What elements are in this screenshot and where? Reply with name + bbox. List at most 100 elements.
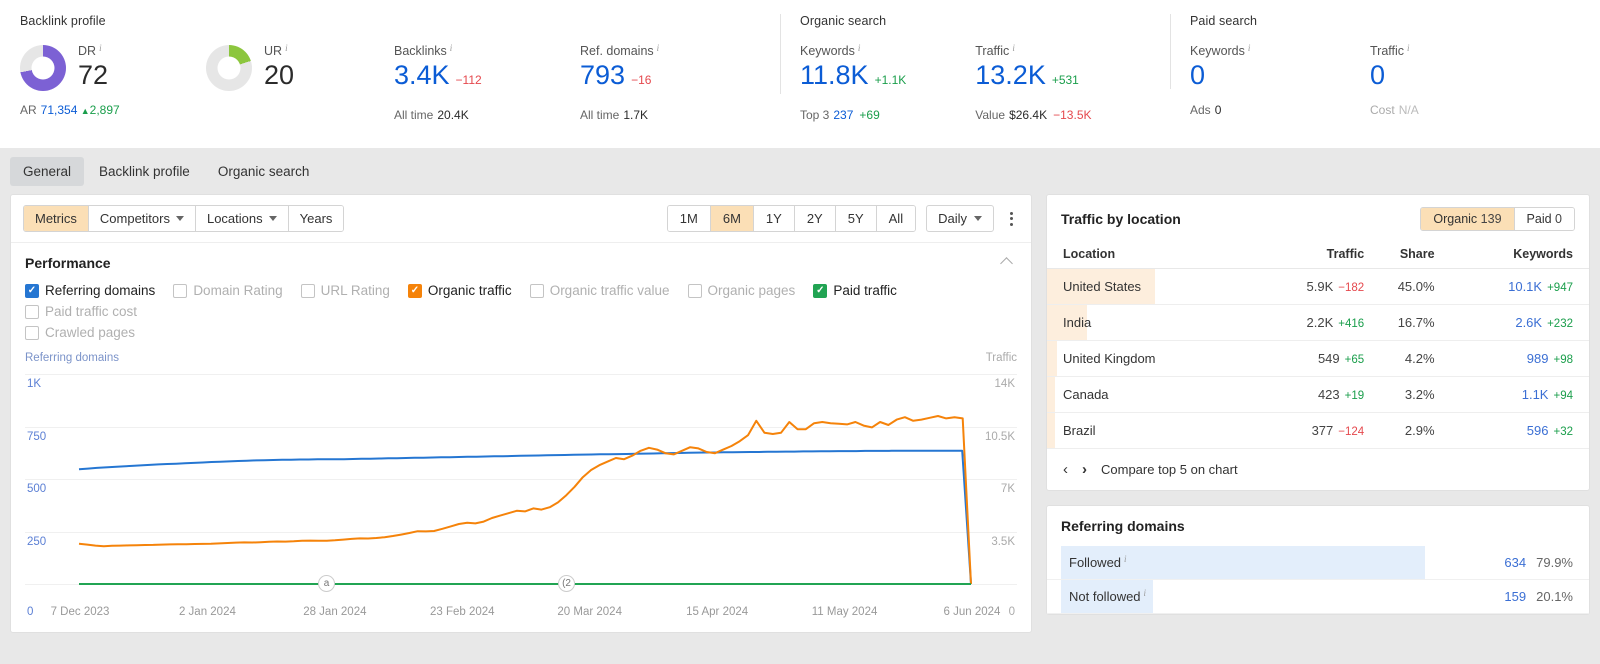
legend-organic-pages[interactable]: Organic pages [687, 283, 795, 298]
col-share[interactable]: Share [1364, 243, 1435, 269]
location-cell[interactable]: Brazil [1047, 412, 1255, 449]
range-all[interactable]: All [876, 206, 916, 231]
more-options-icon[interactable] [1004, 208, 1019, 230]
section-tabs: General Backlink profile Organic search [0, 148, 1600, 194]
col-location[interactable]: Location [1047, 243, 1255, 269]
keywords-cell[interactable]: 2.6K +232 [1434, 304, 1589, 341]
referring-domains-card: Referring domains Followed i 634 79.9% Not f… [1046, 505, 1590, 615]
chart-annotation-marker[interactable]: (2 [558, 575, 576, 592]
paid-traffic-sub: Cost N/A [1370, 103, 1419, 117]
checkbox-icon[interactable] [25, 283, 39, 298]
table-row[interactable]: India 2.2K +416 16.7% 2.6K +232 [1047, 304, 1589, 341]
location-name: United Kingdom [1063, 351, 1156, 366]
backlinks-value[interactable]: 3.4K −112 [394, 59, 580, 96]
checkbox-icon[interactable] [173, 283, 188, 298]
chart-annotation-marker[interactable]: a [318, 575, 336, 592]
chart-mode-metrics[interactable]: Metrics [24, 206, 89, 231]
table-row[interactable]: Canada 423 +19 3.2% 1.1K +94 [1047, 376, 1589, 413]
referring-domains-values: 159 20.1% [1504, 589, 1573, 604]
col-keywords[interactable]: Keywords [1434, 243, 1589, 269]
toggle-paid[interactable]: Paid 0 [1514, 208, 1574, 230]
location-cell[interactable]: India [1047, 304, 1255, 341]
keywords-cell[interactable]: 596 +32 [1434, 412, 1589, 449]
traffic-cell: 549 +65 [1254, 340, 1365, 377]
legend-paid-traffic-cost[interactable]: Paid traffic cost [25, 304, 137, 319]
chevron-down-icon [974, 216, 982, 221]
toggle-organic[interactable]: Organic 139 [1421, 208, 1515, 230]
col-traffic[interactable]: Traffic [1254, 243, 1365, 269]
chevron-right-icon[interactable]: › [1082, 462, 1087, 477]
info-icon[interactable]: i [1144, 589, 1147, 598]
legend-url-rating[interactable]: URL Rating [300, 283, 390, 298]
traffic-by-location-table: Location Traffic Share Keywords United S… [1047, 243, 1589, 449]
legend-domain-rating[interactable]: Domain Rating [173, 283, 283, 298]
legend-organic-traffic-value[interactable]: Organic traffic value [529, 283, 670, 298]
ref-domains-label: Ref. domains i [580, 43, 660, 59]
info-icon[interactable]: i [1124, 555, 1127, 564]
location-share-bar [1047, 341, 1058, 376]
info-icon[interactable]: i [858, 44, 861, 53]
compare-top-5-link[interactable]: Compare top 5 on chart [1101, 462, 1238, 477]
chart-x-tick: 20 Mar 2024 [557, 606, 622, 618]
metric-organic-traffic: Traffic i 13.2K +531 Value $26.4K −13.5K [975, 44, 1170, 123]
chevron-left-icon[interactable]: ‹ [1063, 462, 1068, 477]
chart-mode-competitors[interactable]: Competitors [88, 206, 196, 231]
location-cell[interactable]: United Kingdom [1047, 340, 1255, 377]
checkbox-icon[interactable] [529, 283, 544, 298]
legend-crawled-pages[interactable]: Crawled pages [25, 325, 1017, 340]
checkbox-icon[interactable] [300, 283, 315, 298]
range-1m[interactable]: 1M [667, 206, 711, 231]
paid-keywords-value[interactable]: 0 [1190, 59, 1370, 91]
chart-mode-locations[interactable]: Locations [195, 206, 289, 231]
info-icon[interactable]: i [99, 44, 102, 53]
share-cell: 4.2% [1364, 340, 1435, 377]
info-icon[interactable]: i [450, 44, 453, 53]
legend-paid-traffic[interactable]: Paid traffic [813, 283, 897, 298]
checkbox-icon[interactable] [25, 304, 39, 319]
metric-legend: Referring domains Domain Rating URL Rati… [11, 277, 1031, 352]
range-1y[interactable]: 1Y [753, 206, 795, 231]
ref-domains-value[interactable]: 793 −16 [580, 59, 770, 96]
checkbox-icon[interactable] [813, 283, 828, 298]
range-2y[interactable]: 2Y [794, 206, 836, 231]
tab-general[interactable]: General [10, 156, 85, 186]
paid-traffic-value[interactable]: 0 [1370, 59, 1570, 91]
chart-mode-years[interactable]: Years [288, 206, 344, 231]
table-row[interactable]: United States 5.9K −182 45.0% 10.1K +947 [1047, 268, 1589, 305]
table-row[interactable]: Brazil 377 −124 2.9% 596 +32 [1047, 412, 1589, 449]
keywords-cell[interactable]: 10.1K +947 [1434, 268, 1589, 305]
location-name: Canada [1063, 387, 1109, 402]
info-icon[interactable]: i [1012, 44, 1015, 53]
info-icon[interactable]: i [1248, 44, 1251, 53]
location-share-bar [1047, 377, 1056, 412]
range-5y[interactable]: 5Y [835, 206, 877, 231]
checkbox-icon[interactable] [25, 325, 39, 340]
range-6m[interactable]: 6M [710, 206, 754, 231]
traffic-cell: 423 +19 [1254, 376, 1365, 413]
location-share-bar [1047, 413, 1056, 448]
list-item[interactable]: Followed i 634 79.9% [1047, 546, 1589, 580]
keywords-cell[interactable]: 989 +98 [1434, 340, 1589, 377]
organic-traffic-value[interactable]: 13.2K +531 [975, 59, 1170, 96]
tab-organic-search[interactable]: Organic search [205, 157, 323, 186]
table-row[interactable]: United Kingdom 549 +65 4.2% 989 +98 [1047, 340, 1589, 377]
info-icon[interactable]: i [1407, 44, 1410, 53]
tab-backlink-profile[interactable]: Backlink profile [86, 157, 203, 186]
checkbox-icon[interactable] [407, 283, 422, 298]
checkbox-icon[interactable] [687, 283, 702, 298]
location-cell[interactable]: Canada [1047, 376, 1255, 413]
info-icon[interactable]: i [285, 44, 288, 53]
granularity-dropdown[interactable]: Daily [926, 205, 994, 232]
backlinks-sub: All time 20.4K [394, 108, 469, 122]
location-cell[interactable]: United States [1047, 268, 1255, 305]
organic-keywords-value[interactable]: 11.8K +1.1K [800, 59, 975, 96]
location-name: United States [1063, 279, 1142, 294]
list-item[interactable]: Not followed i 159 20.1% [1047, 580, 1589, 614]
collapse-chevron-icon[interactable] [1000, 256, 1013, 270]
chart-x-tick: 2 Jan 2024 [178, 606, 236, 618]
legend-referring-domains[interactable]: Referring domains [25, 283, 155, 298]
keywords-cell[interactable]: 1.1K +94 [1434, 376, 1589, 413]
info-icon[interactable]: i [657, 44, 660, 53]
legend-organic-traffic[interactable]: Organic traffic [407, 283, 512, 298]
performance-chart[interactable]: Referring domains Traffic 250 3.5K 500 7K 75… [11, 352, 1031, 604]
